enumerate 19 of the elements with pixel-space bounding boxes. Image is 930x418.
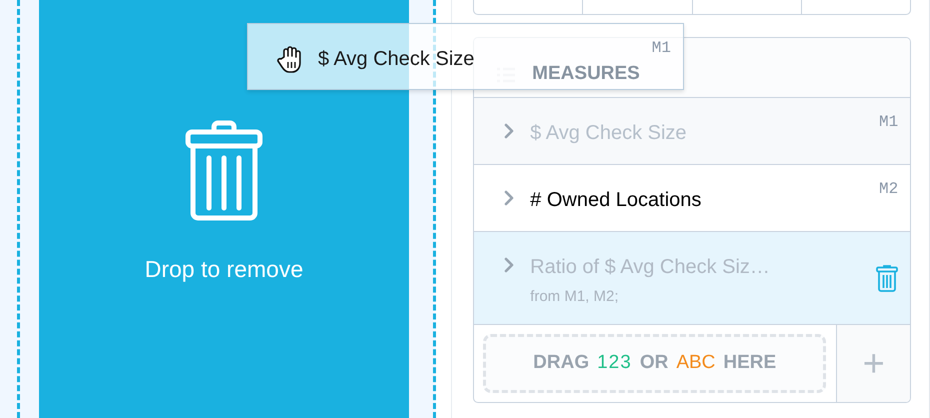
add-button[interactable]: + (836, 325, 910, 402)
hint-text: 123 (597, 351, 632, 376)
drop-label: Drop to remove (144, 255, 304, 284)
measure-title: Ratio of $ Avg Check Siz… (530, 255, 771, 280)
preview-code: M1 (652, 38, 671, 59)
delete-icon[interactable] (876, 264, 898, 292)
hint-text: OR (640, 351, 668, 376)
trash-icon (185, 120, 263, 222)
hint-text: ABC (676, 351, 716, 376)
section-title: MEASURES (532, 62, 640, 86)
hint-text: HERE (723, 351, 776, 376)
measure-subtitle: from M1, M2; (530, 287, 620, 307)
measure-title: # Owned Locations (530, 188, 702, 213)
measure-code: M1 (878, 112, 898, 133)
measure-row[interactable]: Ratio of $ Avg Check Siz… from M1, M2; (474, 232, 910, 325)
measure-code: M2 (878, 179, 898, 200)
measure-title: $ Avg Check Size (530, 121, 688, 146)
hint-text: DRAG (533, 351, 590, 376)
measure-row[interactable]: $ Avg Check Size M1 (474, 98, 910, 165)
